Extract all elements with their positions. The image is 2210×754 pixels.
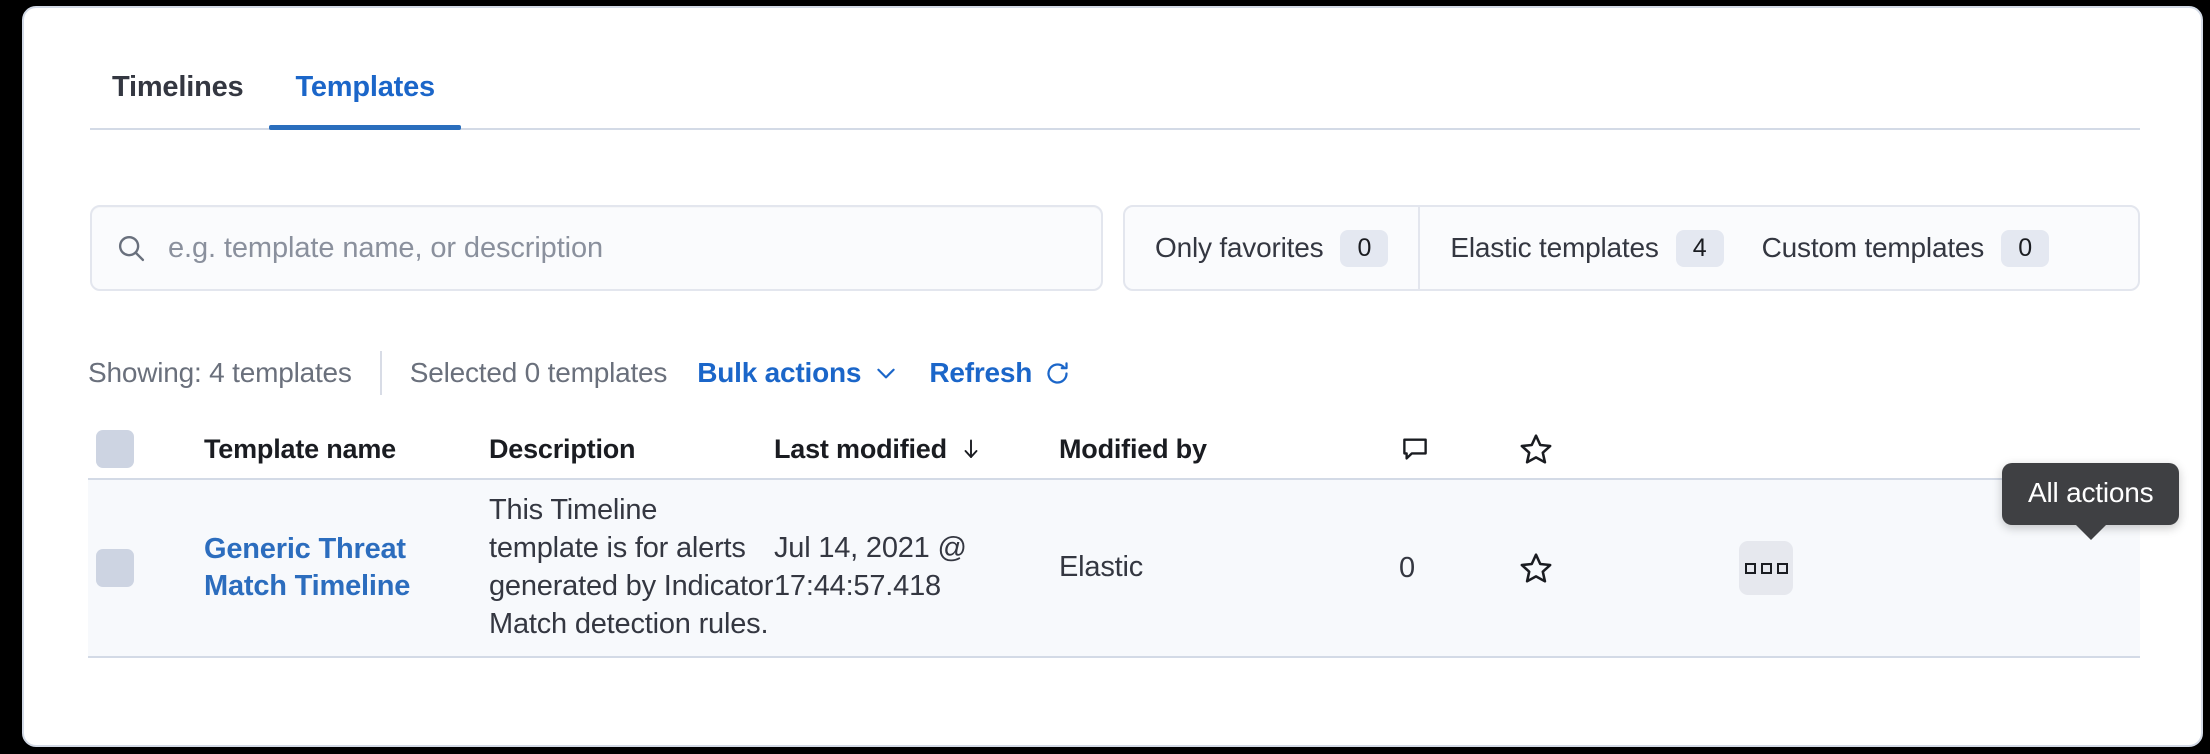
select-all-checkbox[interactable] <box>96 430 134 468</box>
header-template-name[interactable]: Template name <box>204 434 489 465</box>
toolbar-divider <box>379 351 382 395</box>
chevron-down-icon <box>873 360 899 386</box>
header-description-label: Description <box>489 433 636 464</box>
template-name-link[interactable]: Generic Threat Match Timeline <box>204 533 410 602</box>
row-select-cell[interactable] <box>88 549 204 587</box>
cell-template-name: Generic Threat Match Timeline <box>204 531 489 605</box>
header-modified-by-label: Modified by <box>1059 433 1207 464</box>
template-description: This Timeline template is for alerts gen… <box>489 494 774 640</box>
filter-button-group: Only favorites 0 Elastic templates 4 Cus… <box>1123 205 2140 291</box>
star-icon <box>1519 432 1553 466</box>
arrow-down-icon <box>959 437 983 461</box>
tab-timelines[interactable]: Timelines <box>90 46 269 128</box>
filter-only-favorites-label: Only favorites <box>1155 232 1324 263</box>
tab-bar: Timelines Templates <box>90 46 2140 130</box>
selected-count: Selected 0 templates <box>409 357 668 388</box>
all-actions-icon[interactable] <box>1739 541 1793 595</box>
screen-frame: Timelines Templates e.g. template name, … <box>0 0 2210 754</box>
templates-table: Template name Description Last modified <box>88 420 2140 658</box>
table-toolbar: Showing: 4 templates Selected 0 template… <box>88 351 1071 395</box>
filter-custom-templates-count: 0 <box>2001 229 2050 267</box>
actions-dot-3 <box>1776 562 1788 574</box>
header-favorite <box>1519 432 1639 466</box>
filter-only-favorites[interactable]: Only favorites 0 <box>1125 207 1418 289</box>
search-filter-row: e.g. template name, or description Only … <box>90 205 2140 291</box>
select-all-cell[interactable] <box>88 430 204 468</box>
search-input-placeholder: e.g. template name, or description <box>168 231 604 264</box>
refresh-button[interactable]: Refresh <box>929 357 1071 389</box>
showing-count: Showing: 4 templates <box>88 357 352 388</box>
cell-actions <box>1639 541 2140 595</box>
actions-dot-1 <box>1744 562 1756 574</box>
tooltip-text: All actions <box>2028 477 2154 508</box>
comment-icon <box>1399 434 1431 464</box>
bulk-actions-label: Bulk actions <box>697 357 862 388</box>
cell-favorite[interactable] <box>1519 551 1639 585</box>
bulk-actions-button[interactable]: Bulk actions <box>697 357 899 389</box>
filter-custom-templates[interactable]: Custom templates 0 <box>1754 207 2079 289</box>
templates-panel: Timelines Templates e.g. template name, … <box>22 6 2203 747</box>
filter-elastic-templates[interactable]: Elastic templates 4 <box>1418 207 1753 289</box>
all-actions-tooltip: All actions <box>2002 463 2180 525</box>
filter-elastic-templates-count: 4 <box>1675 229 1724 267</box>
template-modified-by: Elastic <box>1059 551 1144 583</box>
favorite-star-icon[interactable] <box>1519 551 1553 585</box>
header-description[interactable]: Description <box>489 434 774 465</box>
cell-modified-by: Elastic <box>1059 549 1399 587</box>
header-modified-by[interactable]: Modified by <box>1059 434 1399 465</box>
filter-only-favorites-count: 0 <box>1340 229 1389 267</box>
search-field-wrapper[interactable]: e.g. template name, or description <box>90 205 1103 291</box>
table-row[interactable]: Generic Threat Match Timeline This Timel… <box>88 480 2140 658</box>
table-header-row: Template name Description Last modified <box>88 420 2140 480</box>
row-checkbox[interactable] <box>96 549 134 587</box>
tab-templates[interactable]: Templates <box>269 46 461 130</box>
filter-custom-templates-label: Custom templates <box>1761 232 1985 263</box>
actions-dot-2 <box>1760 562 1772 574</box>
header-last-modified[interactable]: Last modified <box>774 434 1059 465</box>
cell-description: This Timeline template is for alerts gen… <box>489 492 774 644</box>
header-last-modified-label: Last modified <box>774 433 947 464</box>
tab-timelines-label: Timelines <box>112 70 244 103</box>
template-last-modified: Jul 14, 2021 @ 17:44:57.418 <box>774 532 967 602</box>
header-template-name-label: Template name <box>204 433 396 464</box>
search-icon <box>116 233 146 263</box>
refresh-label: Refresh <box>929 357 1033 388</box>
cell-notes: 0 <box>1399 552 1519 585</box>
cell-last-modified: Jul 14, 2021 @ 17:44:57.418 <box>774 530 1059 606</box>
refresh-icon <box>1044 360 1071 387</box>
tab-templates-label: Templates <box>295 70 435 103</box>
filter-elastic-templates-label: Elastic templates <box>1450 232 1659 263</box>
template-notes-count: 0 <box>1399 551 1415 584</box>
header-notes <box>1399 434 1519 464</box>
